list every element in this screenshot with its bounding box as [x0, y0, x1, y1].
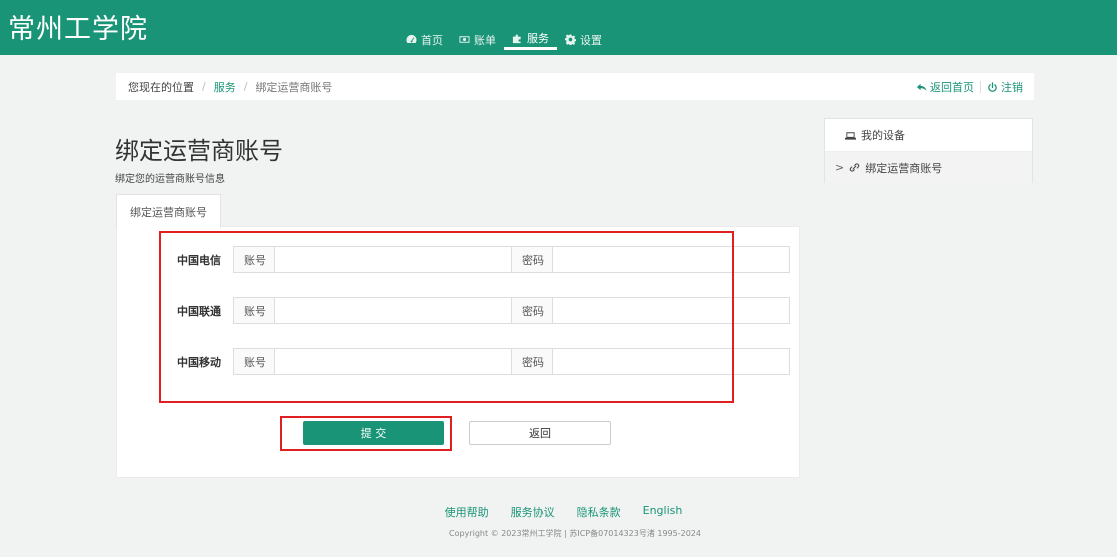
footer-link-privacy[interactable]: 隐私条款	[577, 504, 621, 520]
logout-label: 注销	[1001, 81, 1023, 94]
puzzle-icon	[512, 33, 521, 43]
back-home-link[interactable]: 返回首页	[916, 79, 974, 95]
main-nav: 首页 账单 服务 设置	[398, 29, 610, 51]
nav-settings-label: 设置	[580, 33, 602, 47]
page-title: 绑定运营商账号	[115, 137, 283, 165]
logout-link[interactable]: 注销	[987, 79, 1023, 95]
action-divider	[980, 81, 981, 93]
active-marker: >	[835, 161, 845, 174]
breadcrumb-separator: /	[243, 80, 248, 93]
power-icon	[988, 81, 997, 92]
sidebar-item-label: 我的设备	[861, 129, 905, 142]
nav-service-label: 服务	[527, 32, 549, 45]
footer-link-terms[interactable]: 服务协议	[511, 504, 555, 520]
breadcrumb: 您现在的位置 / 服务 / 绑定运营商账号 返回首页 注销	[116, 73, 1034, 100]
nav-home-label: 首页	[421, 33, 443, 47]
breadcrumb-separator: /	[202, 80, 206, 93]
nav-bill-label: 账单	[474, 33, 496, 47]
sidebar-item-my-devices[interactable]: 我的设备	[825, 119, 1032, 151]
nav-service[interactable]: 服务	[504, 29, 557, 50]
footer-links: 使用帮助 服务协议 隐私条款 English	[0, 504, 1117, 520]
sidebar-item-label: 绑定运营商账号	[865, 161, 943, 175]
highlight-box-fields	[159, 231, 734, 403]
nav-bill[interactable]: 账单	[451, 29, 504, 50]
bill-icon	[459, 36, 470, 43]
top-header: 常州工学院 首页 账单 服务 设置	[0, 0, 1117, 55]
nav-home[interactable]: 首页	[398, 29, 451, 50]
laptop-icon	[845, 131, 856, 140]
back-button[interactable]: 返回	[469, 421, 611, 445]
footer-link-help[interactable]: 使用帮助	[445, 504, 489, 520]
copyright-text: Copyright © 2023常州工学院 | 苏ICP备07014323号渚 …	[449, 529, 701, 538]
reply-arrow-icon	[916, 83, 927, 91]
breadcrumb-current: 绑定运营商账号	[255, 80, 333, 94]
submit-button[interactable]: 提 交	[303, 421, 444, 445]
page-subtitle: 绑定您的运营商账号信息	[115, 174, 225, 185]
side-menu: 我的设备 > 绑定运营商账号	[824, 118, 1033, 183]
nav-settings[interactable]: 设置	[557, 29, 610, 50]
breadcrumb-home: 您现在的位置	[128, 80, 194, 94]
link-icon	[850, 163, 860, 172]
dashboard-icon	[406, 34, 417, 43]
gear-icon	[565, 34, 576, 45]
breadcrumb-service-link[interactable]: 服务	[214, 79, 236, 95]
breadcrumb-actions: 返回首页 注销	[916, 79, 1023, 95]
back-home-label: 返回首页	[930, 81, 974, 94]
tab-bind-carrier[interactable]: 绑定运营商账号	[116, 194, 221, 228]
footer-link-english[interactable]: English	[643, 504, 683, 520]
sidebar-item-bind-carrier[interactable]: > 绑定运营商账号	[825, 151, 1032, 183]
brand-title: 常州工学院	[8, 14, 148, 45]
